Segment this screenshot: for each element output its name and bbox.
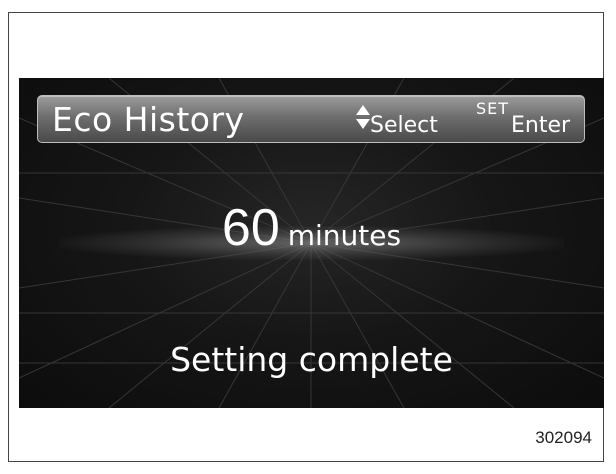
up-down-arrows-icon [356,105,370,129]
select-hint: Select [355,101,455,139]
menu-header-bar: Eco History Select SET Enter [37,95,585,143]
status-message: Setting complete [170,340,453,379]
setting-unit: minutes [287,219,402,252]
set-button-label: SET [476,99,510,118]
enter-hint: SET Enter [476,99,584,139]
enter-label: Enter [511,113,571,138]
figure-id: 302094 [535,428,592,447]
display-screen: Eco History Select SET Enter 60 minutes S… [19,78,604,408]
select-label: Select [370,113,438,138]
setting-value-row: 60 minutes [19,198,604,258]
setting-value: 60 [221,199,280,257]
header-title: Eco History [52,100,245,139]
